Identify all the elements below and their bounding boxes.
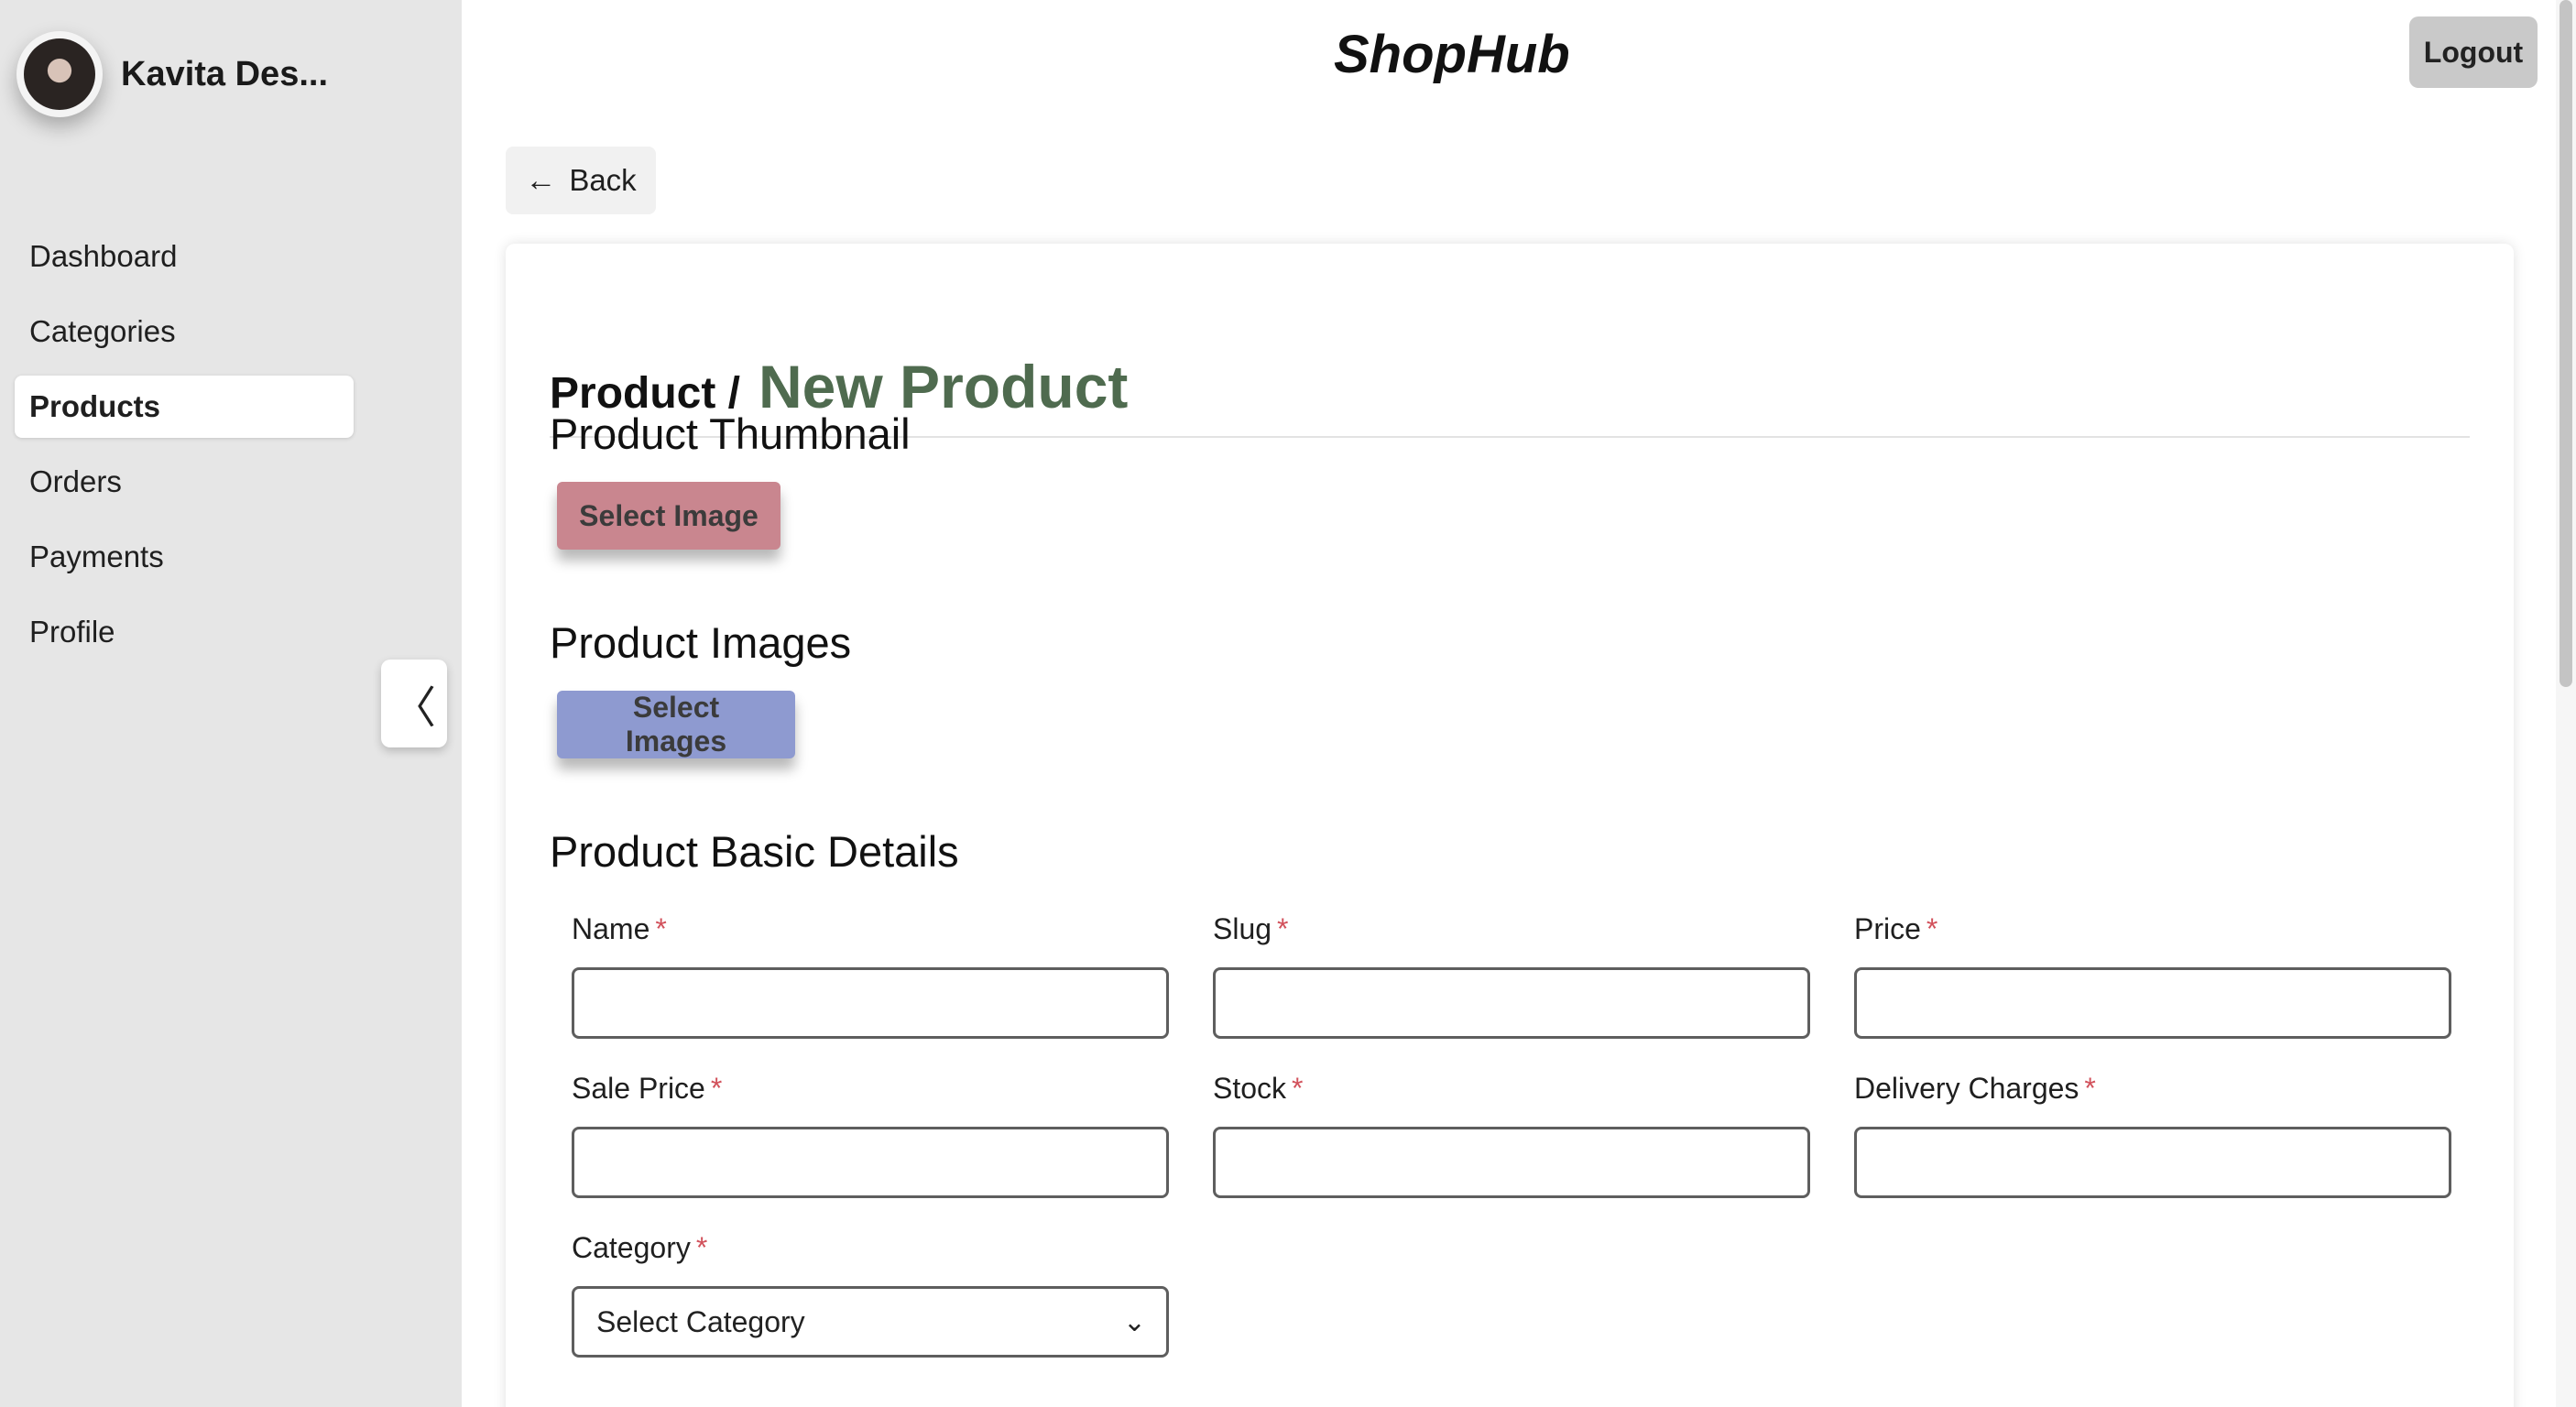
category-label-text: Category (572, 1231, 691, 1264)
scrollbar-thumb[interactable] (2560, 0, 2572, 687)
sale-price-label: Sale Price * (572, 1072, 722, 1106)
select-image-button[interactable]: Select Image (557, 482, 780, 550)
sidebar-item-payments[interactable]: Payments (15, 526, 354, 588)
sidebar-item-products[interactable]: Products (15, 376, 354, 438)
chevron-left-icon: 〈 (391, 684, 436, 733)
name-input[interactable] (572, 967, 1169, 1039)
required-marker: * (695, 1231, 708, 1264)
slug-label-text: Slug (1213, 912, 1272, 945)
brand-logo: ShopHub (1334, 25, 1570, 84)
user-profile: Kavita Des... (16, 31, 328, 117)
required-marker: * (710, 1072, 723, 1105)
back-label: Back (569, 163, 637, 197)
sidebar-item-orders[interactable]: Orders (15, 451, 354, 513)
delivery-charges-label: Delivery Charges * (1854, 1072, 2096, 1106)
category-select[interactable]: Select Category ⌄ (572, 1286, 1169, 1358)
category-selected-value: Select Category (596, 1304, 805, 1338)
required-marker: * (2084, 1072, 2096, 1105)
sidebar: Kavita Des... Dashboard Categories Produ… (0, 0, 462, 1407)
sale-price-label-text: Sale Price (572, 1072, 705, 1105)
delivery-charges-input[interactable] (1854, 1127, 2451, 1198)
logout-button[interactable]: Logout (2409, 16, 2538, 88)
stock-label: Stock * (1213, 1072, 1303, 1106)
images-section-title: Product Images (550, 618, 852, 667)
sidebar-item-dashboard[interactable]: Dashboard (15, 225, 354, 288)
required-marker: * (655, 912, 667, 945)
sidebar-item-categories[interactable]: Categories (15, 300, 354, 363)
select-images-button[interactable]: Select Images (557, 691, 795, 758)
delivery-charges-label-text: Delivery Charges (1854, 1072, 2079, 1105)
price-input[interactable] (1854, 967, 2451, 1039)
avatar[interactable] (16, 31, 103, 117)
price-label-text: Price (1854, 912, 1921, 945)
sale-price-input[interactable] (572, 1127, 1169, 1198)
required-marker: * (1292, 1072, 1304, 1105)
basic-details-title: Product Basic Details (550, 827, 959, 876)
page-scrollbar[interactable] (2556, 0, 2576, 1407)
stock-label-text: Stock (1213, 1072, 1287, 1105)
product-form-card: Product / New Product Product Thumbnail … (506, 244, 2514, 1407)
slug-label: Slug * (1213, 912, 1289, 946)
collapse-sidebar-button[interactable]: 〈 (381, 660, 447, 747)
required-marker: * (1277, 912, 1289, 945)
thumbnail-section-title: Product Thumbnail (550, 409, 911, 458)
stock-input[interactable] (1213, 1127, 1810, 1198)
avatar-photo-icon (24, 38, 95, 110)
app-root: Kavita Des... Dashboard Categories Produ… (0, 0, 2576, 1407)
price-label: Price * (1854, 912, 1937, 946)
arrow-left-icon: ← (525, 162, 557, 198)
name-label: Name * (572, 912, 667, 946)
sidebar-nav: Dashboard Categories Products Orders Pay… (15, 225, 354, 676)
chevron-down-icon: ⌄ (1122, 1306, 1146, 1337)
category-label: Category * (572, 1231, 707, 1265)
sidebar-item-profile[interactable]: Profile (15, 601, 354, 663)
back-button[interactable]: ← Back (506, 147, 656, 214)
user-name: Kavita Des... (121, 54, 328, 93)
name-label-text: Name (572, 912, 650, 945)
required-marker: * (1926, 912, 1938, 945)
slug-input[interactable] (1213, 967, 1810, 1039)
